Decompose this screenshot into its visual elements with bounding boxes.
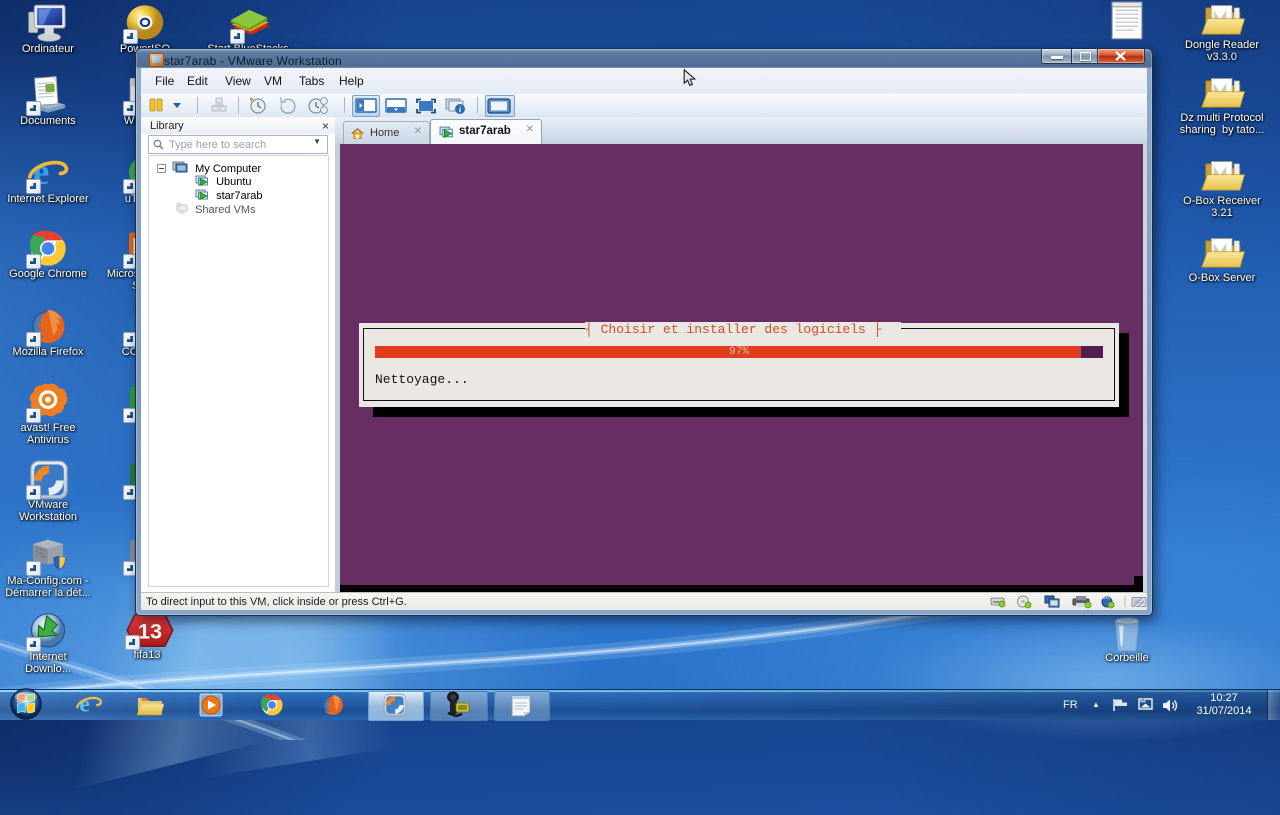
svg-text:e: e bbox=[79, 692, 89, 718]
svg-text:13: 13 bbox=[138, 618, 162, 643]
